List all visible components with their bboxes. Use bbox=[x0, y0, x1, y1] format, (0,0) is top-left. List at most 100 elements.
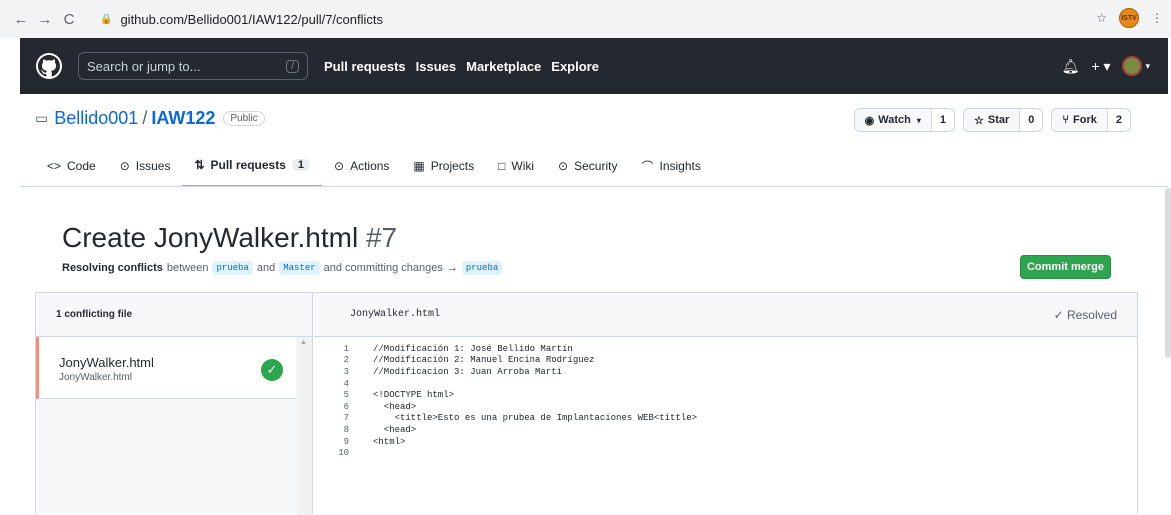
forward-icon[interactable]: → bbox=[34, 8, 56, 30]
line-number: 4 bbox=[343, 378, 349, 389]
visibility-badge: Public bbox=[223, 111, 265, 126]
star-button[interactable]: ☆ Star 0 bbox=[963, 108, 1044, 132]
tabs-divider bbox=[20, 186, 1168, 187]
pull-request-icon: ⇅ bbox=[194, 158, 205, 172]
committing-text: and committing changes bbox=[323, 262, 443, 274]
line-number: 8 bbox=[343, 424, 349, 435]
table-icon: ▦ bbox=[413, 159, 425, 173]
resolved-status: ✓ Resolved bbox=[1054, 308, 1117, 322]
code-line: 5 <!DOCTYPE html> bbox=[314, 389, 1137, 401]
chevron-down-icon: ▾ bbox=[916, 115, 921, 125]
resolving-label: Resolving conflicts bbox=[62, 262, 163, 274]
tab-label: Wiki bbox=[511, 159, 535, 173]
nav-pull-requests[interactable]: Pull requests bbox=[324, 59, 406, 74]
sidebar-scrollbar[interactable]: ▲ bbox=[297, 337, 312, 515]
tab-projects[interactable]: ▦ Projects bbox=[401, 145, 486, 187]
line-content: //Modificacion 3: Juan Arroba Martí bbox=[373, 366, 563, 377]
code-line: 3 //Modificacion 3: Juan Arroba Martí bbox=[314, 366, 1137, 378]
tab-code[interactable]: <> Code bbox=[35, 145, 108, 187]
tab-actions[interactable]: ⊙ Actions bbox=[322, 145, 401, 187]
branch-to[interactable]: Master bbox=[279, 261, 320, 275]
resolved-check-icon: ✓ bbox=[261, 359, 283, 381]
line-content: <tittle>Esto es una prubea de Implantaci… bbox=[373, 413, 698, 424]
code-line: 10 bbox=[314, 447, 1137, 459]
line-number: 10 bbox=[338, 448, 349, 459]
tab-label: Issues bbox=[135, 159, 171, 173]
repo-icon: ▭ bbox=[35, 110, 49, 126]
browser-menu-icon[interactable]: ⋮ bbox=[1151, 11, 1163, 25]
scroll-up-icon[interactable]: ▲ bbox=[300, 339, 307, 346]
conflict-file-item[interactable]: JonyWalker.html JonyWalker.html ✓ bbox=[36, 337, 296, 399]
search-placeholder: Search or jump to... bbox=[87, 58, 201, 74]
graph-icon: ⌒ bbox=[641, 159, 654, 174]
github-header: Search or jump to... / Pull requests Iss… bbox=[20, 38, 1168, 94]
avatar bbox=[1122, 56, 1143, 76]
conflicting-files-heading: 1 conflicting file bbox=[36, 293, 312, 337]
search-input[interactable]: Search or jump to... / bbox=[78, 52, 308, 80]
repo-heading: ▭ Bellido001 / IAW122 Public bbox=[35, 108, 265, 129]
reload-icon[interactable]: C bbox=[58, 8, 80, 30]
lock-icon: 🔒 bbox=[100, 13, 113, 25]
line-number: 3 bbox=[343, 366, 349, 377]
page-title: Create JonyWalker.html #7 bbox=[62, 222, 397, 254]
line-number: 2 bbox=[343, 355, 349, 366]
bell-icon[interactable]: 🔔︎ bbox=[1062, 58, 1080, 75]
fork-button[interactable]: ⑂ Fork 2 bbox=[1051, 108, 1131, 132]
tab-label: Insights bbox=[659, 159, 701, 173]
commit-merge-button[interactable]: Commit merge bbox=[1020, 255, 1111, 279]
code-line: 9 <html> bbox=[314, 436, 1137, 448]
repo-tabs: <> Code ⊙ Issues ⇅ Pull requests 1 ⊙ Actions … bbox=[35, 145, 713, 187]
watch-count: 1 bbox=[931, 109, 955, 131]
code-line: 1 //Modificación 1: José Bellido Martín bbox=[314, 343, 1137, 355]
user-menu[interactable]: ▾ bbox=[1122, 56, 1150, 76]
fork-icon: ⑂ bbox=[1062, 114, 1070, 126]
repo-name-link[interactable]: IAW122 bbox=[151, 108, 215, 129]
back-icon[interactable]: ← bbox=[10, 8, 32, 30]
tab-wiki[interactable]: □ Wiki bbox=[486, 145, 546, 187]
plus-icon[interactable]: + ▾ bbox=[1091, 58, 1110, 75]
arrow-right-icon: → bbox=[446, 262, 458, 274]
pr-count-badge: 1 bbox=[291, 159, 310, 171]
conflict-editor-panel: 1 conflicting file JonyWalker.html JonyW… bbox=[35, 292, 1138, 515]
tab-pull-requests[interactable]: ⇅ Pull requests 1 bbox=[182, 145, 322, 187]
tab-insights[interactable]: ⌒ Insights bbox=[629, 145, 712, 187]
line-content: <head> bbox=[373, 424, 417, 435]
repo-separator: / bbox=[142, 108, 148, 128]
between-text: between bbox=[166, 262, 209, 274]
address-bar[interactable]: 🔒 github.com/Bellido001/IAW122/pull/7/co… bbox=[100, 6, 1090, 32]
nav-explore[interactable]: Explore bbox=[551, 59, 599, 74]
tab-label: Pull requests bbox=[210, 158, 286, 172]
watch-label: Watch bbox=[878, 114, 911, 126]
page-scrollbar[interactable] bbox=[1165, 188, 1171, 358]
nav-marketplace[interactable]: Marketplace bbox=[466, 59, 541, 74]
branch-target[interactable]: prueba bbox=[461, 261, 503, 275]
eye-icon: ◉ bbox=[864, 114, 875, 127]
code-icon: <> bbox=[47, 159, 62, 173]
star-label: Star bbox=[987, 114, 1010, 126]
repo-owner-link[interactable]: Bellido001 bbox=[54, 108, 138, 129]
file-sidebar: 1 conflicting file JonyWalker.html JonyW… bbox=[36, 293, 313, 515]
url-text: github.com/Bellido001/IAW122/pull/7/conf… bbox=[120, 11, 384, 27]
tab-label: Code bbox=[67, 159, 96, 173]
bookmark-star-icon[interactable]: ☆ bbox=[1096, 11, 1107, 25]
editor-file-name: JonyWalker.html bbox=[350, 309, 441, 320]
pr-title-text: Create JonyWalker.html bbox=[62, 222, 359, 253]
line-number: 5 bbox=[343, 390, 349, 401]
book-icon: □ bbox=[498, 159, 506, 173]
star-icon: ☆ bbox=[974, 114, 984, 127]
code-line: 2 //Modificación 2: Manuel Encina Rodrígu… bbox=[314, 355, 1137, 367]
tab-label: Projects bbox=[430, 159, 475, 173]
tab-security[interactable]: ⊙ Security bbox=[546, 145, 629, 187]
watch-button[interactable]: ◉ Watch ▾ 1 bbox=[853, 108, 956, 132]
star-count: 0 bbox=[1020, 109, 1043, 131]
tab-issues[interactable]: ⊙ Issues bbox=[108, 145, 183, 187]
branch-from[interactable]: prueba bbox=[212, 261, 253, 275]
extension-icon[interactable]: ISTV bbox=[1119, 8, 1139, 28]
code-editor[interactable]: 1 //Modificación 1: José Bellido Martín 2… bbox=[314, 343, 1137, 459]
github-logo-icon[interactable] bbox=[36, 53, 62, 79]
line-number: 1 bbox=[343, 343, 349, 354]
line-content: <html> bbox=[373, 436, 406, 447]
line-number: 9 bbox=[343, 436, 349, 447]
chevron-down-icon: ▾ bbox=[1145, 60, 1150, 71]
nav-issues[interactable]: Issues bbox=[416, 59, 456, 74]
